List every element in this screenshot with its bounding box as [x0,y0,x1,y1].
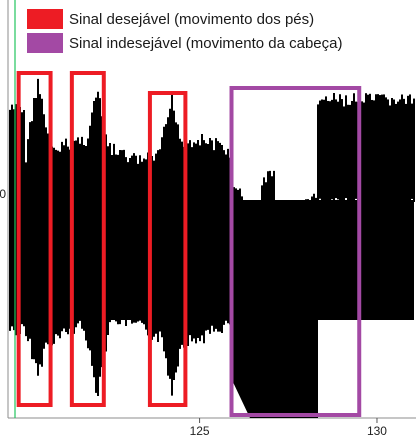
legend-swatch-indesejavel [27,33,63,53]
x-tick-label: 125 [190,424,210,438]
x-tick-label: 130 [367,424,387,438]
signal-chart: 125 130 0 Sinal desejável (movimento dos … [0,0,416,438]
y-tick-label: 0 [0,187,6,201]
x-axis: 125 130 [190,418,387,438]
legend-label-desejavel: Sinal desejável (movimento dos pés) [69,11,314,28]
legend-swatch-desejavel [27,9,63,29]
y-axis: 0 [0,187,6,201]
legend-label-indesejavel: Sinal indesejável (movimento da cabeça) [69,35,342,52]
